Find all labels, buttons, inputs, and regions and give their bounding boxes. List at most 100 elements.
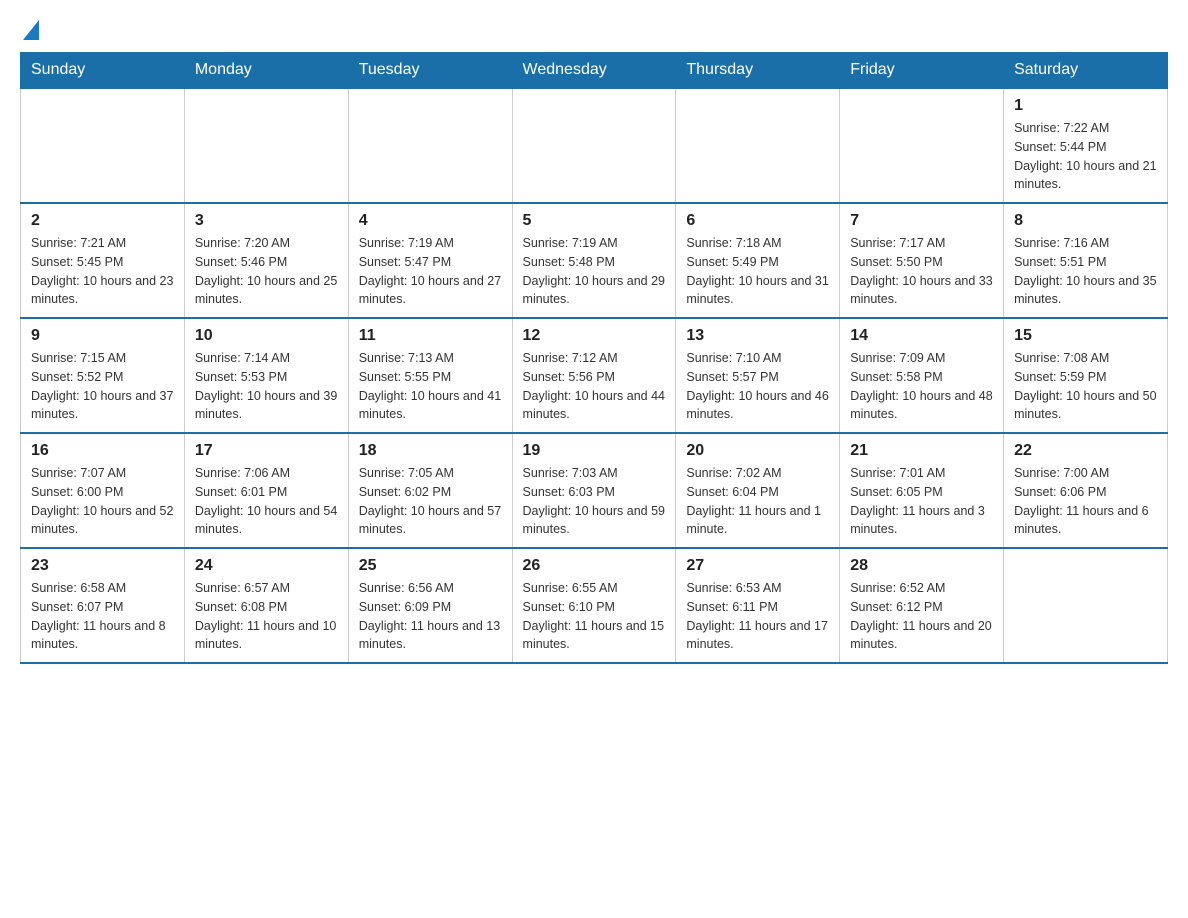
day-sun-info: Sunrise: 6:56 AMSunset: 6:09 PMDaylight:… [359,579,502,654]
calendar-cell: 5 Sunrise: 7:19 AMSunset: 5:48 PMDaylight… [512,203,676,318]
day-sun-info: Sunrise: 7:14 AMSunset: 5:53 PMDaylight:… [195,349,338,424]
calendar-cell: 11 Sunrise: 7:13 AMSunset: 5:55 PMDayligh… [348,318,512,433]
calendar-cell: 22 Sunrise: 7:00 AMSunset: 6:06 PMDayligh… [1004,433,1168,548]
calendar-cell: 8 Sunrise: 7:16 AMSunset: 5:51 PMDaylight… [1004,203,1168,318]
day-number: 27 [686,557,829,575]
day-sun-info: Sunrise: 6:53 AMSunset: 6:11 PMDaylight:… [686,579,829,654]
calendar-cell: 19 Sunrise: 7:03 AMSunset: 6:03 PMDayligh… [512,433,676,548]
day-number: 1 [1014,97,1157,115]
day-sun-info: Sunrise: 7:19 AMSunset: 5:47 PMDaylight:… [359,234,502,309]
day-sun-info: Sunrise: 7:09 AMSunset: 5:58 PMDaylight:… [850,349,993,424]
weekday-header-tuesday: Tuesday [348,53,512,89]
day-number: 15 [1014,327,1157,345]
day-number: 20 [686,442,829,460]
calendar-week-1: 1 Sunrise: 7:22 AMSunset: 5:44 PMDaylight… [21,88,1168,203]
day-number: 21 [850,442,993,460]
day-number: 22 [1014,442,1157,460]
day-sun-info: Sunrise: 7:01 AMSunset: 6:05 PMDaylight:… [850,464,993,539]
day-sun-info: Sunrise: 7:00 AMSunset: 6:06 PMDaylight:… [1014,464,1157,539]
calendar-cell: 20 Sunrise: 7:02 AMSunset: 6:04 PMDayligh… [676,433,840,548]
weekday-header-thursday: Thursday [676,53,840,89]
calendar-cell: 3 Sunrise: 7:20 AMSunset: 5:46 PMDaylight… [184,203,348,318]
day-number: 9 [31,327,174,345]
day-number: 23 [31,557,174,575]
day-sun-info: Sunrise: 7:07 AMSunset: 6:00 PMDaylight:… [31,464,174,539]
day-number: 24 [195,557,338,575]
day-sun-info: Sunrise: 7:02 AMSunset: 6:04 PMDaylight:… [686,464,829,539]
calendar-cell [840,88,1004,203]
day-number: 11 [359,327,502,345]
calendar-cell: 23 Sunrise: 6:58 AMSunset: 6:07 PMDayligh… [21,548,185,663]
day-sun-info: Sunrise: 7:10 AMSunset: 5:57 PMDaylight:… [686,349,829,424]
calendar-cell: 13 Sunrise: 7:10 AMSunset: 5:57 PMDayligh… [676,318,840,433]
calendar-week-5: 23 Sunrise: 6:58 AMSunset: 6:07 PMDayligh… [21,548,1168,663]
calendar-cell: 27 Sunrise: 6:53 AMSunset: 6:11 PMDayligh… [676,548,840,663]
day-number: 10 [195,327,338,345]
day-number: 2 [31,212,174,230]
calendar-cell: 7 Sunrise: 7:17 AMSunset: 5:50 PMDaylight… [840,203,1004,318]
calendar-cell: 14 Sunrise: 7:09 AMSunset: 5:58 PMDayligh… [840,318,1004,433]
calendar-cell: 21 Sunrise: 7:01 AMSunset: 6:05 PMDayligh… [840,433,1004,548]
calendar-cell: 6Sunrise: 7:18 AMSunset: 5:49 PMDaylight… [676,203,840,318]
day-number: 7 [850,212,993,230]
day-number: 5 [523,212,666,230]
calendar-cell: 2 Sunrise: 7:21 AMSunset: 5:45 PMDaylight… [21,203,185,318]
day-sun-info: Sunrise: 6:52 AMSunset: 6:12 PMDaylight:… [850,579,993,654]
calendar-cell: 24 Sunrise: 6:57 AMSunset: 6:08 PMDayligh… [184,548,348,663]
logo [20,20,39,42]
calendar-cell [21,88,185,203]
day-number: 25 [359,557,502,575]
day-sun-info: Sunrise: 7:12 AMSunset: 5:56 PMDaylight:… [523,349,666,424]
calendar-cell [676,88,840,203]
day-number: 26 [523,557,666,575]
weekday-header-wednesday: Wednesday [512,53,676,89]
calendar-cell: 28 Sunrise: 6:52 AMSunset: 6:12 PMDayligh… [840,548,1004,663]
calendar-cell: 10 Sunrise: 7:14 AMSunset: 5:53 PMDayligh… [184,318,348,433]
calendar-week-2: 2 Sunrise: 7:21 AMSunset: 5:45 PMDaylight… [21,203,1168,318]
weekday-header-saturday: Saturday [1004,53,1168,89]
day-number: 17 [195,442,338,460]
day-sun-info: Sunrise: 6:57 AMSunset: 6:08 PMDaylight:… [195,579,338,654]
calendar-cell: 9Sunrise: 7:15 AMSunset: 5:52 PMDaylight… [21,318,185,433]
logo-triangle-icon [23,20,39,40]
day-sun-info: Sunrise: 7:20 AMSunset: 5:46 PMDaylight:… [195,234,338,309]
calendar-cell: 15 Sunrise: 7:08 AMSunset: 5:59 PMDayligh… [1004,318,1168,433]
day-sun-info: Sunrise: 7:22 AMSunset: 5:44 PMDaylight:… [1014,119,1157,194]
day-number: 13 [686,327,829,345]
day-sun-info: Sunrise: 7:17 AMSunset: 5:50 PMDaylight:… [850,234,993,309]
day-number: 3 [195,212,338,230]
weekday-header-friday: Friday [840,53,1004,89]
day-sun-info: Sunrise: 7:08 AMSunset: 5:59 PMDaylight:… [1014,349,1157,424]
day-sun-info: Sunrise: 7:18 AMSunset: 5:49 PMDaylight:… [686,234,829,309]
calendar-cell: 4 Sunrise: 7:19 AMSunset: 5:47 PMDaylight… [348,203,512,318]
day-sun-info: Sunrise: 7:16 AMSunset: 5:51 PMDaylight:… [1014,234,1157,309]
calendar-table: SundayMondayTuesdayWednesdayThursdayFrid… [20,52,1168,664]
day-sun-info: Sunrise: 7:03 AMSunset: 6:03 PMDaylight:… [523,464,666,539]
day-number: 28 [850,557,993,575]
calendar-header-row: SundayMondayTuesdayWednesdayThursdayFrid… [21,53,1168,89]
day-sun-info: Sunrise: 7:21 AMSunset: 5:45 PMDaylight:… [31,234,174,309]
day-number: 8 [1014,212,1157,230]
day-number: 16 [31,442,174,460]
day-sun-info: Sunrise: 6:55 AMSunset: 6:10 PMDaylight:… [523,579,666,654]
page-header [20,20,1168,42]
calendar-week-3: 9Sunrise: 7:15 AMSunset: 5:52 PMDaylight… [21,318,1168,433]
calendar-cell [1004,548,1168,663]
calendar-cell: 26 Sunrise: 6:55 AMSunset: 6:10 PMDayligh… [512,548,676,663]
calendar-cell: 1 Sunrise: 7:22 AMSunset: 5:44 PMDaylight… [1004,88,1168,203]
day-number: 14 [850,327,993,345]
day-sun-info: Sunrise: 7:13 AMSunset: 5:55 PMDaylight:… [359,349,502,424]
day-sun-info: Sunrise: 6:58 AMSunset: 6:07 PMDaylight:… [31,579,174,654]
calendar-cell [184,88,348,203]
day-number: 19 [523,442,666,460]
calendar-cell: 12 Sunrise: 7:12 AMSunset: 5:56 PMDayligh… [512,318,676,433]
weekday-header-monday: Monday [184,53,348,89]
day-number: 4 [359,212,502,230]
calendar-cell: 18Sunrise: 7:05 AMSunset: 6:02 PMDayligh… [348,433,512,548]
weekday-header-sunday: Sunday [21,53,185,89]
day-number: 12 [523,327,666,345]
calendar-cell: 25 Sunrise: 6:56 AMSunset: 6:09 PMDayligh… [348,548,512,663]
day-sun-info: Sunrise: 7:06 AMSunset: 6:01 PMDaylight:… [195,464,338,539]
day-sun-info: Sunrise: 7:19 AMSunset: 5:48 PMDaylight:… [523,234,666,309]
calendar-cell [348,88,512,203]
